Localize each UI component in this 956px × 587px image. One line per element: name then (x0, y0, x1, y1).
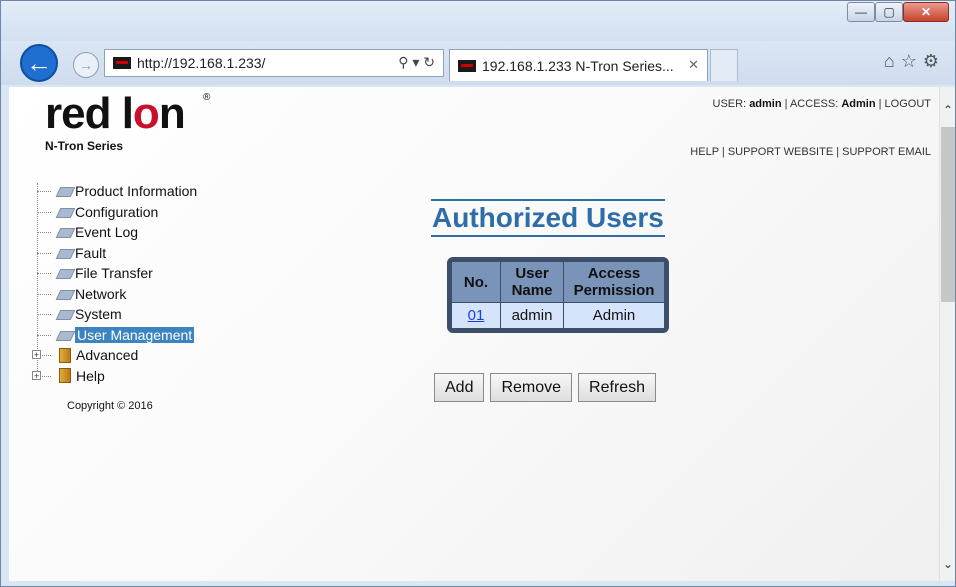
scroll-thumb[interactable] (941, 127, 955, 302)
sidebar-item-help[interactable]: + Help (31, 366, 197, 387)
gear-icon[interactable]: ⚙ (923, 51, 945, 71)
support-website-link[interactable]: SUPPORT WEBSITE (728, 146, 833, 158)
registered-mark: ® (203, 92, 211, 103)
navigation-bar: ← → http://192.168.1.233/ ⚲ ▾ ↻ 192.168.… (1, 41, 955, 85)
browser-tab[interactable]: 192.168.1.233 N-Tron Series... ✕ (449, 49, 708, 81)
user-number-link[interactable]: 01 (468, 307, 485, 324)
column-header-no: No. (451, 261, 501, 303)
page-icon (55, 205, 73, 219)
sidebar-item-advanced[interactable]: + Advanced (31, 345, 197, 366)
sidebar-item-configuration[interactable]: Configuration (31, 202, 197, 223)
access-level: Admin (841, 98, 876, 110)
sidebar-item-product-information[interactable]: Product Information (31, 181, 197, 202)
forward-button[interactable]: → (73, 52, 99, 78)
site-favicon-icon (113, 57, 131, 69)
support-email-link[interactable]: SUPPORT EMAIL (842, 146, 931, 158)
forward-arrow-icon: → (79, 57, 93, 73)
user-status-line: USER: admin | ACCESS: Admin | LOGOUT (712, 98, 932, 110)
expand-icon[interactable]: + (32, 350, 41, 360)
copyright: Copyright © 2016 (67, 400, 153, 412)
logo-text: red lon (45, 89, 186, 138)
table-header-row: No. User Name Access Permission (451, 261, 665, 303)
help-links: HELP | SUPPORT WEBSITE | SUPPORT EMAIL (690, 146, 931, 158)
tab-close-icon[interactable]: ✕ (688, 57, 699, 73)
page-icon (55, 307, 73, 321)
access-permission-cell: Admin (563, 302, 665, 329)
url-text[interactable]: http://192.168.1.233/ (137, 55, 265, 71)
authorized-users-table: No. User Name Access Permission 01 admin… (447, 257, 669, 333)
scroll-up-icon[interactable]: ⌃ (940, 103, 956, 121)
action-buttons: Add Remove Refresh (434, 373, 657, 402)
refresh-button[interactable]: Refresh (578, 373, 657, 402)
page-content: red lon ® N-Tron Series USER: admin | AC… (9, 87, 939, 581)
sidebar-item-event-log[interactable]: Event Log (31, 222, 197, 243)
sidebar-item-system[interactable]: System (31, 304, 197, 325)
folder-book-icon (59, 368, 71, 384)
selected-item-label: User Management (75, 326, 195, 343)
star-icon[interactable]: ☆ (901, 51, 923, 71)
page-icon (55, 328, 73, 342)
logout-link[interactable]: LOGOUT (885, 98, 931, 110)
back-arrow-icon: ← (26, 47, 52, 78)
page-icon (55, 225, 73, 239)
minimize-button[interactable]: — (847, 2, 875, 22)
back-button[interactable]: ← (20, 44, 58, 82)
column-header-user-name: User Name (500, 261, 564, 303)
window-controls: — ▢ ✕ (847, 2, 949, 22)
current-user: admin (749, 98, 782, 110)
help-link[interactable]: HELP (690, 146, 719, 158)
browser-toolbar: ⌂☆⚙ (884, 51, 945, 72)
folder-book-icon (59, 347, 71, 363)
page-icon (55, 287, 73, 301)
vertical-scrollbar[interactable]: ⌃ ⌄ (939, 87, 955, 581)
sidebar-item-fault[interactable]: Fault (31, 243, 197, 264)
sidebar-item-file-transfer[interactable]: File Transfer (31, 263, 197, 284)
page-icon (55, 246, 73, 260)
refresh-icon[interactable]: ↻ (423, 54, 435, 70)
table-row: 01 admin Admin (451, 302, 665, 329)
tab-title: 192.168.1.233 N-Tron Series... (482, 57, 674, 74)
tab-favicon-icon (458, 59, 476, 72)
title-bar: — ▢ ✕ (1, 1, 955, 41)
browser-window: — ▢ ✕ ← → http://192.168.1.233/ ⚲ ▾ ↻ 19… (0, 0, 956, 587)
address-actions: ⚲ ▾ ↻ (398, 54, 435, 71)
expand-icon[interactable]: + (32, 370, 41, 380)
address-bar[interactable]: http://192.168.1.233/ ⚲ ▾ ↻ (104, 49, 444, 77)
red-lion-logo: red lon ® N-Tron Series (45, 89, 210, 154)
search-icon[interactable]: ⚲ (398, 54, 408, 70)
column-header-access-permission: Access Permission (563, 261, 665, 303)
new-tab-button[interactable] (710, 49, 738, 81)
scroll-down-icon[interactable]: ⌄ (940, 557, 956, 575)
user-name-cell: admin (500, 302, 564, 329)
maximize-button[interactable]: ▢ (875, 2, 903, 22)
dropdown-icon[interactable]: ▾ (412, 54, 419, 70)
sidebar-tree: Product Information Configuration Event … (31, 181, 197, 386)
add-button[interactable]: Add (434, 373, 485, 402)
home-icon[interactable]: ⌂ (884, 51, 901, 71)
remove-button[interactable]: Remove (490, 373, 573, 402)
user-number-cell: 01 (451, 302, 501, 329)
page-icon (55, 184, 73, 198)
logo-subtitle: N-Tron Series (45, 139, 124, 153)
close-button[interactable]: ✕ (903, 2, 949, 22)
page-title: Authorized Users (431, 199, 665, 237)
sidebar-item-user-management[interactable]: User Management (31, 325, 197, 346)
sidebar-item-network[interactable]: Network (31, 284, 197, 305)
page-icon (55, 266, 73, 280)
